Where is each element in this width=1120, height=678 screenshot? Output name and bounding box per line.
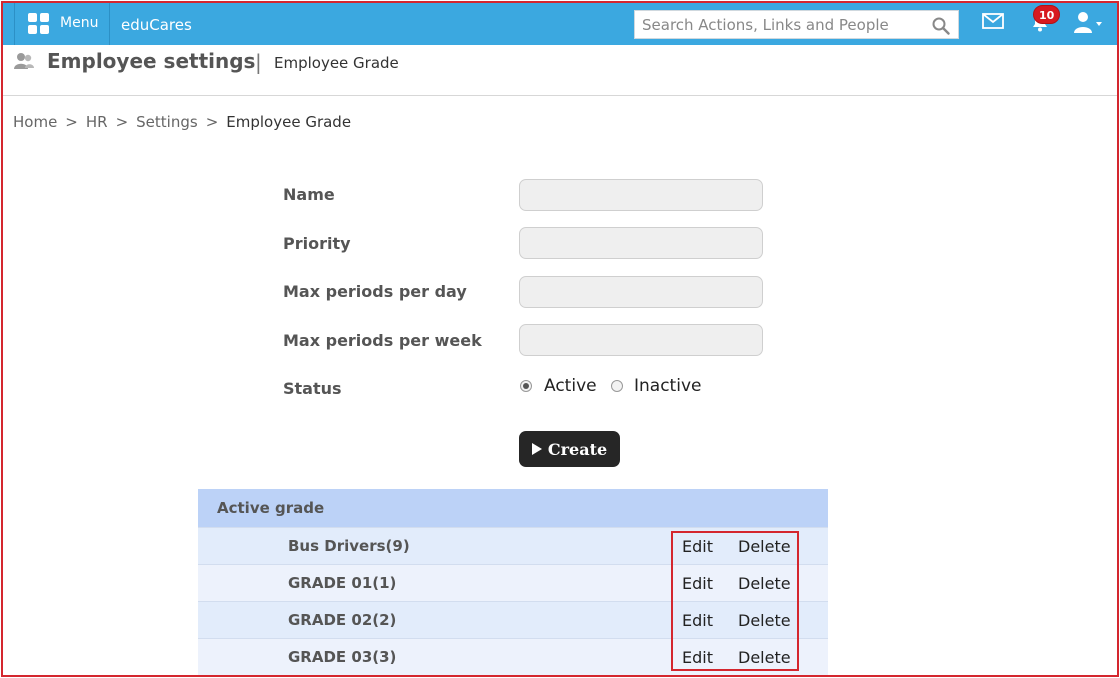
breadcrumb-home[interactable]: Home [13, 113, 57, 131]
top-bar: Menu eduCares 10 [3, 3, 1117, 45]
status-active-radio[interactable] [520, 380, 532, 392]
user-icon[interactable] [1073, 11, 1103, 33]
table-row: GRADE 01(1) Edit Delete [198, 564, 828, 601]
breadcrumb-separator: > [205, 113, 219, 131]
table-row: GRADE 02(2) Edit Delete [198, 601, 828, 638]
search-box[interactable] [634, 10, 959, 39]
max-periods-day-label: Max periods per day [283, 282, 467, 301]
header-divider [3, 95, 1117, 96]
max-periods-week-field[interactable] [519, 324, 763, 356]
max-periods-week-label: Max periods per week [283, 331, 482, 350]
users-icon [14, 53, 34, 69]
priority-field[interactable] [519, 227, 763, 259]
grade-name: Bus Drivers(9) [288, 537, 410, 555]
edit-link[interactable]: Edit [682, 611, 713, 630]
status-inactive-label[interactable]: Inactive [634, 376, 701, 396]
search-input[interactable] [642, 14, 922, 35]
grade-name: GRADE 01(1) [288, 574, 397, 592]
table-row: Bus Drivers(9) Edit Delete [198, 527, 828, 564]
breadcrumb-current: Employee Grade [226, 113, 352, 131]
mail-icon[interactable] [982, 13, 1004, 29]
edit-link[interactable]: Edit [682, 648, 713, 667]
table-header: Active grade [198, 489, 828, 527]
priority-label: Priority [283, 234, 351, 253]
edit-link[interactable]: Edit [682, 574, 713, 593]
menu-label: Menu [60, 15, 99, 31]
breadcrumb: Home > HR > Settings > Employee Grade [13, 113, 351, 131]
name-label: Name [283, 185, 335, 204]
breadcrumb-settings[interactable]: Settings [136, 113, 198, 131]
play-icon [531, 443, 542, 455]
notification-badge[interactable]: 10 [1033, 5, 1061, 24]
breadcrumb-separator: > [65, 113, 78, 131]
grade-name: GRADE 02(2) [288, 611, 397, 629]
delete-link[interactable]: Delete [738, 648, 791, 667]
create-button[interactable]: Create [519, 431, 620, 467]
create-button-label: Create [547, 439, 608, 459]
status-inactive-radio[interactable] [611, 380, 623, 392]
name-field[interactable] [519, 179, 763, 211]
max-periods-day-field[interactable] [519, 276, 763, 308]
grid-icon [28, 13, 50, 35]
delete-link[interactable]: Delete [738, 537, 791, 556]
page-subtitle: Employee Grade [274, 54, 399, 72]
delete-link[interactable]: Delete [738, 611, 791, 630]
brand-link[interactable]: eduCares [121, 16, 192, 34]
status-label: Status [283, 379, 342, 398]
title-separator: | [255, 50, 262, 74]
grade-name: GRADE 03(3) [288, 648, 397, 666]
search-icon[interactable] [932, 17, 950, 35]
status-active-label[interactable]: Active [544, 376, 597, 396]
edit-link[interactable]: Edit [682, 537, 713, 556]
breadcrumb-separator: > [115, 113, 129, 131]
active-grade-table: Active grade Bus Drivers(9) Edit Delete … [198, 489, 828, 675]
page-title: Employee settings [47, 49, 256, 73]
table-row: GRADE 03(3) Edit Delete [198, 638, 828, 675]
menu-button[interactable]: Menu [14, 3, 110, 45]
breadcrumb-hr[interactable]: HR [86, 113, 108, 131]
delete-link[interactable]: Delete [738, 574, 791, 593]
